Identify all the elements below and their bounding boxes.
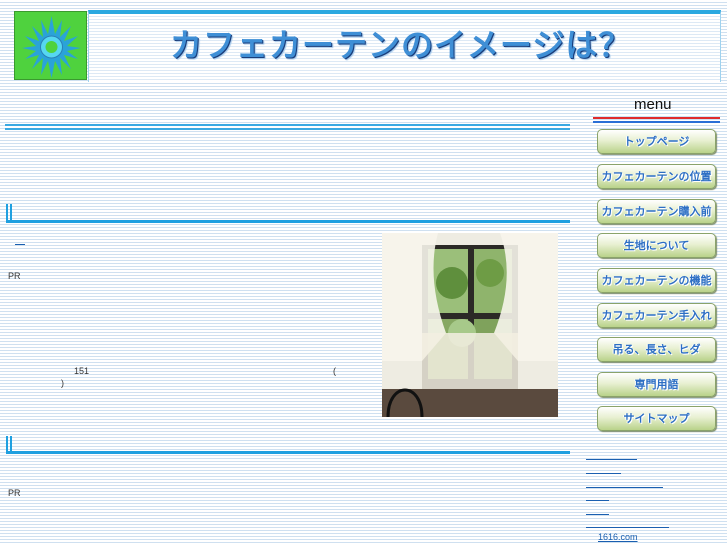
menu-button-care[interactable]: カフェカーテン手入れ	[597, 303, 716, 328]
paren-close: )	[61, 378, 64, 388]
menu-rule-blue	[593, 121, 720, 123]
section-heading-line	[6, 220, 570, 223]
menu-button-fabric[interactable]: 生地について	[597, 233, 716, 258]
menu-button-before-purchase[interactable]: カフェカーテン購入前	[597, 199, 716, 224]
side-link-6[interactable]	[586, 527, 669, 528]
article-number: 151	[74, 366, 90, 376]
menu-heading: menu	[634, 96, 672, 113]
side-link-4[interactable]	[586, 500, 609, 501]
page-title: カフェカーテンのイメージは？	[170, 26, 632, 64]
site-name-link[interactable]: 1616.com	[598, 532, 638, 542]
header-separator	[5, 124, 570, 130]
side-link-5[interactable]	[586, 514, 609, 515]
site-logo[interactable]	[14, 11, 87, 80]
section2-heading-line	[6, 451, 570, 454]
menu-button-sitemap[interactable]: サイトマップ	[597, 406, 716, 431]
content-link[interactable]	[15, 236, 25, 245]
sunburst-logo-icon	[22, 16, 81, 78]
side-link-1[interactable]	[586, 459, 637, 460]
paren-open: (	[333, 366, 336, 376]
pr-label-2: PR	[8, 488, 21, 498]
menu-button-hang-length-pleat[interactable]: 吊る、長さ、ヒダ	[597, 337, 716, 362]
menu-rule-red	[593, 117, 720, 119]
menu-button-function[interactable]: カフェカーテンの機能	[597, 268, 716, 293]
side-link-2[interactable]	[586, 473, 621, 474]
menu-button-curtain-position[interactable]: カフェカーテンの位置	[597, 164, 716, 189]
cafe-curtain-photo	[382, 233, 558, 417]
window-curtain-image	[382, 233, 558, 417]
menu-button-top-page[interactable]: トップページ	[597, 129, 716, 154]
pr-label: PR	[8, 271, 21, 281]
menu-button-glossary[interactable]: 専門用語	[597, 372, 716, 397]
side-link-3[interactable]	[586, 487, 663, 488]
